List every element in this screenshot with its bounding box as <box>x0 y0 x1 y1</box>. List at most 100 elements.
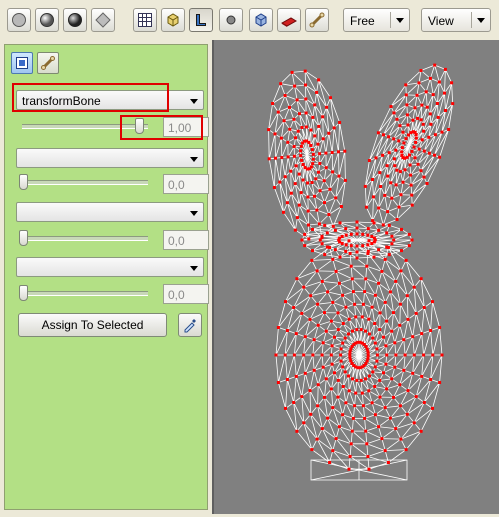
mesh-vertex[interactable] <box>429 329 433 332</box>
mesh-vertex[interactable] <box>420 103 424 107</box>
mesh-vertex[interactable] <box>344 233 348 237</box>
mesh-vertex[interactable] <box>344 243 348 247</box>
mesh-vertex[interactable] <box>405 412 409 416</box>
mesh-vertex[interactable] <box>422 401 426 404</box>
mesh-vertex[interactable] <box>334 269 338 273</box>
mesh-vertex[interactable] <box>299 144 303 148</box>
mesh-vertex[interactable] <box>351 290 355 294</box>
mesh-vertex[interactable] <box>320 353 324 357</box>
mesh-vertex[interactable] <box>312 368 316 372</box>
mesh-vertex[interactable] <box>377 425 381 429</box>
mesh-vertex[interactable] <box>285 329 289 332</box>
mesh-vertex[interactable] <box>398 404 402 408</box>
mesh-vertex[interactable] <box>382 371 385 375</box>
mesh-vertex[interactable] <box>393 341 397 345</box>
mesh-vertex[interactable] <box>405 113 409 117</box>
mesh-vertex[interactable] <box>406 389 410 393</box>
mesh-vertex[interactable] <box>267 128 271 132</box>
mesh-vertex[interactable] <box>365 264 369 268</box>
mesh-vertex[interactable] <box>382 335 385 339</box>
mesh-vertex[interactable] <box>404 83 408 87</box>
mesh-vertex[interactable] <box>388 416 392 420</box>
mesh-vertex[interactable] <box>271 102 275 105</box>
mesh-vertex[interactable] <box>295 277 299 281</box>
mesh-vertex[interactable] <box>340 242 344 245</box>
mesh-vertex[interactable] <box>433 133 437 137</box>
mesh-vertex[interactable] <box>325 105 329 109</box>
mesh-vertex[interactable] <box>409 183 413 187</box>
mesh-vertex[interactable] <box>359 328 363 332</box>
mesh-vertex[interactable] <box>419 169 423 173</box>
cube-wire-icon[interactable] <box>249 8 273 32</box>
mesh-vertex[interactable] <box>353 302 357 306</box>
mesh-vertex[interactable] <box>450 81 454 85</box>
weight-slider-2[interactable] <box>22 180 148 185</box>
mesh-vertex[interactable] <box>398 383 402 387</box>
mesh-vertex[interactable] <box>323 395 326 399</box>
mesh-vertex[interactable] <box>385 353 389 357</box>
mesh-vertex[interactable] <box>398 170 402 174</box>
3d-viewport[interactable] <box>212 40 499 514</box>
mesh-vertex[interactable] <box>370 235 374 238</box>
mesh-vertex[interactable] <box>326 416 330 420</box>
mesh-vertex[interactable] <box>380 269 384 273</box>
mesh-vertex[interactable] <box>320 427 324 431</box>
mesh-vertex[interactable] <box>283 94 287 97</box>
mesh-vertex[interactable] <box>306 195 310 199</box>
mesh-vertex[interactable] <box>367 317 371 321</box>
mesh-vertex[interactable] <box>310 448 314 452</box>
mesh-vertex[interactable] <box>293 182 297 186</box>
mesh-vertex[interactable] <box>425 182 429 185</box>
weight-field-1[interactable]: 1,00 <box>163 117 209 137</box>
bone-icon[interactable] <box>305 8 329 32</box>
weight-slider-1[interactable] <box>22 124 148 129</box>
mesh-vertex[interactable] <box>311 152 315 156</box>
mesh-vertex[interactable] <box>331 170 335 174</box>
mesh-vertex[interactable] <box>331 449 335 453</box>
bone-select-1[interactable]: transformBone <box>16 90 204 110</box>
mesh-vertex[interactable] <box>373 322 377 325</box>
mesh-vertex[interactable] <box>406 123 410 127</box>
mesh-vertex[interactable] <box>336 328 340 332</box>
mesh-vertex[interactable] <box>421 122 425 126</box>
mesh-vertex[interactable] <box>303 371 307 375</box>
mesh-vertex[interactable] <box>286 140 290 144</box>
mesh-vertex[interactable] <box>373 341 377 345</box>
mesh-vertex[interactable] <box>405 294 409 298</box>
mesh-vertex[interactable] <box>313 103 317 107</box>
mesh-vertex[interactable] <box>388 290 392 294</box>
mesh-vertex[interactable] <box>317 78 321 82</box>
mesh-vertex[interactable] <box>412 353 416 357</box>
mesh-vertex[interactable] <box>355 220 359 224</box>
mesh-vertex[interactable] <box>347 374 350 378</box>
mesh-vertex[interactable] <box>413 156 417 160</box>
mesh-vertex[interactable] <box>336 311 340 315</box>
view-select[interactable]: View <box>421 8 491 32</box>
bunny-wireframe-mesh[interactable] <box>214 40 499 514</box>
mesh-vertex[interactable] <box>400 227 403 231</box>
mesh-vertex[interactable] <box>422 149 426 153</box>
mesh-vertex[interactable] <box>384 344 388 348</box>
mesh-vertex[interactable] <box>387 223 391 227</box>
mesh-vertex[interactable] <box>355 226 359 230</box>
mesh-vertex[interactable] <box>371 336 375 340</box>
mesh-vertex[interactable] <box>350 362 354 365</box>
mesh-vertex[interactable] <box>334 196 338 200</box>
mesh-vertex[interactable] <box>339 347 343 351</box>
mesh-vertex[interactable] <box>378 395 382 399</box>
mesh-vertex[interactable] <box>367 467 371 471</box>
mesh-vertex[interactable] <box>376 131 380 135</box>
mesh-vertex[interactable] <box>372 236 376 240</box>
mesh-vertex[interactable] <box>293 228 297 232</box>
mesh-vertex[interactable] <box>278 180 282 184</box>
mesh-vertex[interactable] <box>394 279 398 283</box>
mesh-vertex[interactable] <box>375 353 379 357</box>
mesh-vertex[interactable] <box>311 157 315 161</box>
mesh-vertex[interactable] <box>318 189 322 193</box>
mesh-vertex[interactable] <box>419 118 423 122</box>
mesh-vertex[interactable] <box>412 421 416 425</box>
mesh-vertex[interactable] <box>348 356 352 360</box>
mesh-vertex[interactable] <box>341 413 345 417</box>
mesh-vertex[interactable] <box>288 127 292 131</box>
mesh-vertex[interactable] <box>399 269 403 273</box>
